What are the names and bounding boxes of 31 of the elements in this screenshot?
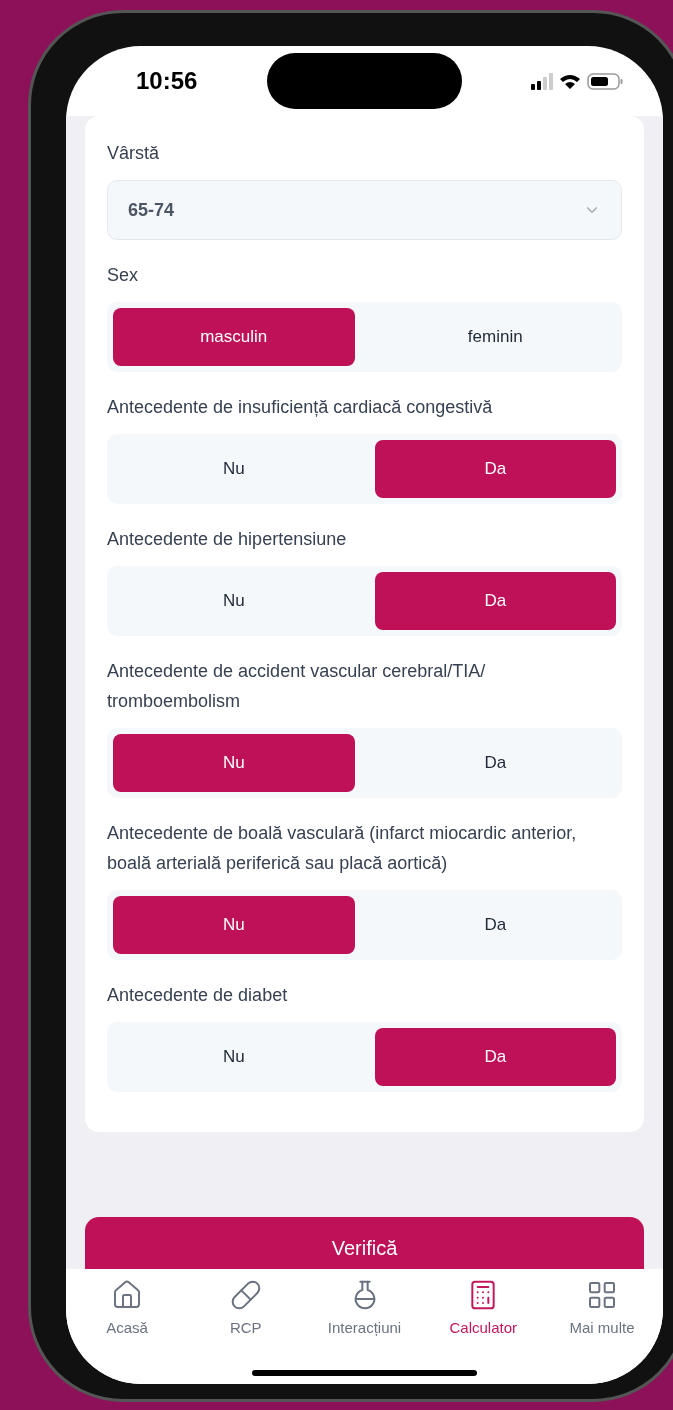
- segment-option[interactable]: Nu: [113, 734, 355, 792]
- tab-bar-item[interactable]: Mai multe: [547, 1279, 657, 1340]
- field-label: Vârstă: [107, 142, 161, 165]
- segment-option[interactable]: Da: [374, 734, 616, 792]
- segment-option[interactable]: Da: [374, 572, 616, 630]
- tab-bar-item[interactable]: Interacțiuni: [309, 1279, 420, 1340]
- field-label: Antecedente de hipertensiune: [107, 528, 348, 551]
- segment-option[interactable]: Da: [374, 896, 616, 954]
- tab-bar-item[interactable]: Calculator: [428, 1279, 539, 1340]
- segment-option[interactable]: feminin: [374, 308, 616, 366]
- field-label: Antecedente de diabet: [107, 984, 289, 1007]
- wifi-icon: [560, 72, 580, 90]
- submit-button[interactable]: Verifică: [85, 1217, 644, 1269]
- tab-bar-item[interactable]: Acasă: [72, 1279, 182, 1340]
- field-label: Antecedente de boală vasculară (infarct miocardic anterior, boală arterială periferică sau placă aortică): [107, 822, 578, 875]
- segment-option[interactable]: Nu: [113, 440, 355, 498]
- battery-icon: [587, 72, 623, 90]
- field-label: Sex: [107, 264, 140, 287]
- segment-option[interactable]: Nu: [113, 896, 355, 954]
- tab-bar-item[interactable]: RCP: [190, 1279, 301, 1340]
- field-label: Antecedente de insuficiență cardiacă congestivă: [107, 396, 494, 419]
- status-time: 10:56: [136, 66, 198, 96]
- field-label: Antecedente de accident vascular cerebral/TIA/ tromboembolism: [107, 660, 487, 713]
- signal-icon: [531, 72, 553, 90]
- segment-option[interactable]: masculin: [113, 308, 355, 366]
- age-select[interactable]: 65-74: [107, 180, 622, 240]
- segment-option[interactable]: Nu: [113, 1028, 355, 1086]
- segment-option[interactable]: Da: [374, 1028, 616, 1086]
- segment-option[interactable]: Da: [374, 440, 616, 498]
- house-icon: [111, 1279, 143, 1311]
- segment-option[interactable]: Nu: [113, 572, 355, 630]
